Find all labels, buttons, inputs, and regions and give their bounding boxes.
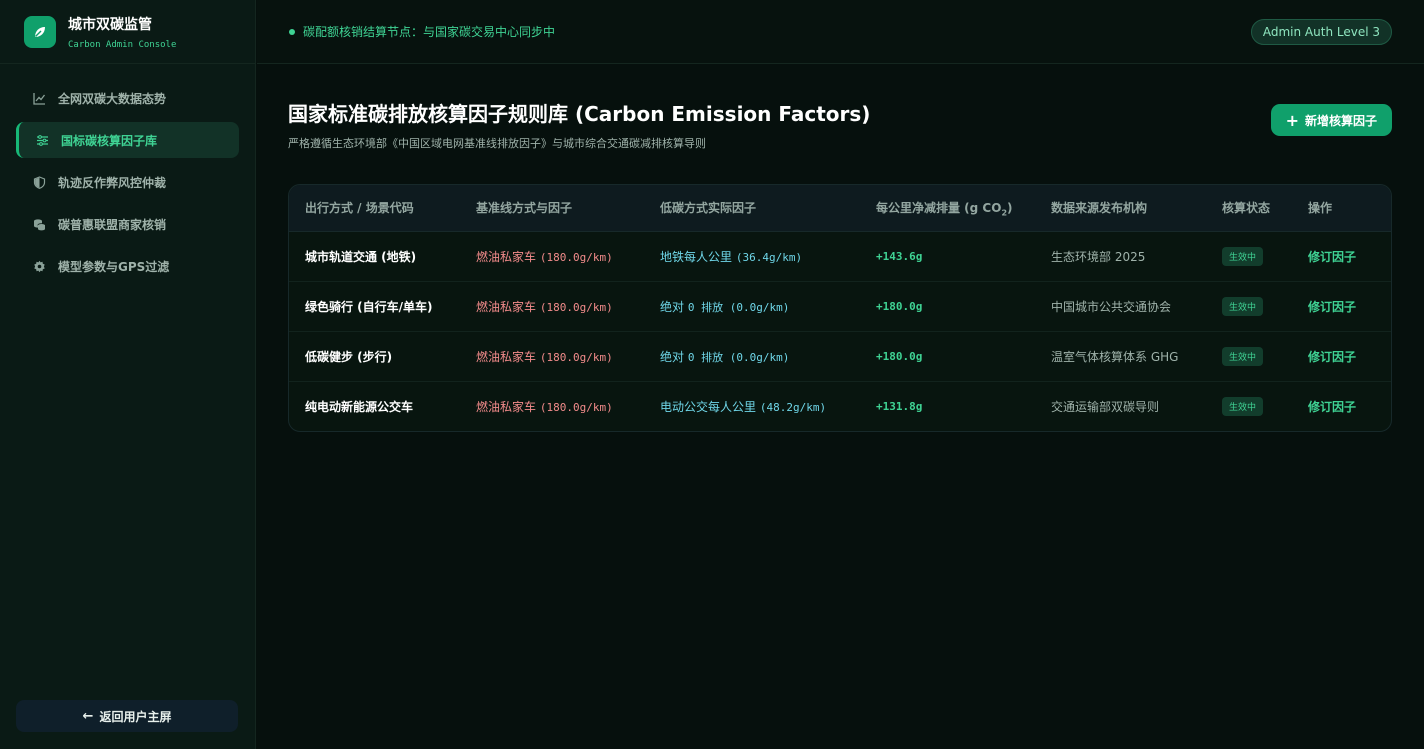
lowcarbon-value: (48.2g/km) <box>759 400 827 414</box>
status-badge: 生效中 <box>1222 396 1264 416</box>
cell-lowcarbon: 地铁每人公里 (36.4g/km) <box>644 231 860 282</box>
cell-net-reduction: +143.6g <box>860 231 1035 282</box>
page-title: 国家标准碳排放核算因子规则库 (Carbon Emission Factors) <box>288 102 871 126</box>
main-content: 国家标准碳排放核算因子规则库 (Carbon Emission Factors)… <box>288 96 1392 432</box>
page-subtitle: 严格遵循生态环境部《中国区域电网基准线排放因子》与城市综合交通碳减排核算导则 <box>288 137 706 150</box>
cell-source: 温室气体核算体系 GHG <box>1035 331 1206 382</box>
cell-lowcarbon: 电动公交每人公里 (48.2g/km) <box>644 381 860 431</box>
back-button-label: 返回用户主屏 <box>99 709 172 724</box>
status-badge: 生效中 <box>1222 346 1264 366</box>
revise-factor-link[interactable]: 修订因子 <box>1292 281 1391 332</box>
sidebar-item-label: 碳普惠联盟商家核销 <box>58 217 167 232</box>
col-header-status: 核算状态 <box>1206 185 1292 232</box>
col-header-source: 数据来源发布机构 <box>1035 185 1206 232</box>
sidebar-nav: 全网双碳大数据态势 国标碳核算因子库 轨迹反作弊风控仲裁 碳普惠联盟商家核销 模… <box>0 64 255 306</box>
sync-status: 碳配额核销结算节点：与国家碳交易中心同步中 <box>289 23 555 40</box>
baseline-value: (180.0g/km) <box>539 400 613 414</box>
table-row: 低碳健步 (步行) 燃油私家车 (180.0g/km) 绝对 0 排放 (0.0… <box>289 331 1391 382</box>
cell-source: 中国城市公共交通协会 <box>1035 281 1206 332</box>
net-header-close: ) <box>1007 200 1013 215</box>
cell-net-reduction: +180.0g <box>860 281 1035 332</box>
table-header-row: 出行方式 / 场景代码 基准线方式与因子 低碳方式实际因子 每公里净减排量 (g… <box>289 185 1391 232</box>
baseline-name: 燃油私家车 <box>476 349 537 364</box>
cell-source: 生态环境部 2025 <box>1035 231 1206 282</box>
lowcarbon-name: 绝对 <box>660 349 685 364</box>
sidebar-item-merchants[interactable]: 碳普惠联盟商家核销 <box>16 206 239 242</box>
lowcarbon-name: 绝对 <box>660 299 685 314</box>
back-to-user-home-button[interactable]: ← 返回用户主屏 <box>16 700 238 732</box>
lowcarbon-value: 0 排放 (0.0g/km) <box>687 350 790 364</box>
revise-factor-link[interactable]: 修订因子 <box>1292 381 1391 431</box>
table-row: 纯电动新能源公交车 燃油私家车 (180.0g/km) 电动公交每人公里 (48… <box>289 381 1391 431</box>
plus-icon: + <box>1285 110 1299 130</box>
cell-baseline: 燃油私家车 (180.0g/km) <box>460 231 644 282</box>
sidebar-item-model-params[interactable]: 模型参数与GPS过滤 <box>16 248 239 284</box>
net-header-text: 每公里净减排量 (g CO <box>876 200 1002 215</box>
baseline-value: (180.0g/km) <box>539 350 613 364</box>
status-dot-icon <box>289 28 295 35</box>
revise-factor-link[interactable]: 修订因子 <box>1292 231 1391 282</box>
status-badge: 生效中 <box>1222 246 1264 266</box>
cell-baseline: 燃油私家车 (180.0g/km) <box>460 281 644 332</box>
auth-level-badge: Admin Auth Level 3 <box>1250 18 1392 45</box>
brand-title: 城市双碳监管 <box>68 16 152 33</box>
chart-line-icon <box>32 91 46 105</box>
table-row: 城市轨道交通 (地铁) 燃油私家车 (180.0g/km) 地铁每人公里 (36… <box>289 231 1391 282</box>
coins-icon <box>32 217 46 231</box>
sidebar-item-dashboard[interactable]: 全网双碳大数据态势 <box>16 80 239 116</box>
cell-status: 生效中 <box>1206 281 1292 332</box>
sidebar-item-factors[interactable]: 国标碳核算因子库 <box>16 122 239 158</box>
cell-mode: 纯电动新能源公交车 <box>305 399 414 414</box>
shield-icon <box>32 175 46 189</box>
sliders-icon <box>35 133 49 147</box>
cell-status: 生效中 <box>1206 231 1292 282</box>
factors-table-card: 出行方式 / 场景代码 基准线方式与因子 低碳方式实际因子 每公里净减排量 (g… <box>288 184 1392 432</box>
lowcarbon-name: 电动公交每人公里 <box>660 399 757 414</box>
sidebar-item-label: 轨迹反作弊风控仲裁 <box>58 175 167 190</box>
baseline-name: 燃油私家车 <box>476 249 537 264</box>
baseline-name: 燃油私家车 <box>476 399 537 414</box>
lowcarbon-value: (36.4g/km) <box>735 250 803 264</box>
arrow-left-icon: ← <box>82 708 94 724</box>
baseline-value: (180.0g/km) <box>539 250 613 264</box>
table-row: 绿色骑行 (自行车/单车) 燃油私家车 (180.0g/km) 绝对 0 排放 … <box>289 281 1391 332</box>
sync-status-text: 碳配额核销结算节点：与国家碳交易中心同步中 <box>303 25 556 39</box>
baseline-name: 燃油私家车 <box>476 299 537 314</box>
col-header-net-reduction: 每公里净减排量 (g CO2) <box>860 185 1035 232</box>
cell-mode: 城市轨道交通 (地铁) <box>289 231 460 282</box>
sidebar: 城市双碳监管 Carbon Admin Console 全网双碳大数据态势 国标… <box>0 0 256 749</box>
sidebar-item-anticheat[interactable]: 轨迹反作弊风控仲裁 <box>16 164 239 200</box>
cell-source: 交通运输部双碳导则 <box>1051 399 1160 414</box>
col-header-action: 操作 <box>1292 185 1391 232</box>
cell-baseline: 燃油私家车 (180.0g/km) <box>460 381 644 431</box>
cell-baseline: 燃油私家车 (180.0g/km) <box>460 331 644 382</box>
cell-net-reduction: +180.0g <box>860 331 1035 382</box>
factors-table: 出行方式 / 场景代码 基准线方式与因子 低碳方式实际因子 每公里净减排量 (g… <box>289 185 1391 431</box>
add-factor-button[interactable]: + 新增核算因子 <box>1270 104 1392 136</box>
cell-status: 生效中 <box>1206 331 1292 382</box>
sidebar-item-label: 国标碳核算因子库 <box>61 133 158 148</box>
cell-status: 生效中 <box>1206 381 1292 431</box>
topbar: 碳配额核销结算节点：与国家碳交易中心同步中 Admin Auth Level 3 <box>257 0 1424 64</box>
sidebar-item-label: 模型参数与GPS过滤 <box>58 259 170 274</box>
baseline-value: (180.0g/km) <box>539 300 613 314</box>
col-header-lowcarbon: 低碳方式实际因子 <box>644 185 860 232</box>
lowcarbon-value: 0 排放 (0.0g/km) <box>687 300 790 314</box>
revise-factor-link[interactable]: 修订因子 <box>1292 331 1391 382</box>
leaf-icon <box>24 15 56 48</box>
col-header-baseline: 基准线方式与因子 <box>460 185 644 232</box>
cell-lowcarbon: 绝对 0 排放 (0.0g/km) <box>644 331 860 382</box>
cell-lowcarbon: 绝对 0 排放 (0.0g/km) <box>644 281 860 332</box>
gear-icon <box>32 259 46 273</box>
status-badge: 生效中 <box>1222 296 1264 316</box>
sidebar-item-label: 全网双碳大数据态势 <box>58 91 167 106</box>
cell-mode: 绿色骑行 (自行车/单车) <box>289 281 460 332</box>
lowcarbon-name: 地铁每人公里 <box>660 249 733 264</box>
add-factor-label: 新增核算因子 <box>1304 113 1377 128</box>
col-header-mode: 出行方式 / 场景代码 <box>289 185 460 232</box>
cell-mode: 低碳健步 (步行) <box>289 331 460 382</box>
cell-net-reduction: +131.8g <box>876 399 923 413</box>
brand-subtitle: Carbon Admin Console <box>68 39 177 50</box>
brand: 城市双碳监管 Carbon Admin Console <box>0 0 255 64</box>
